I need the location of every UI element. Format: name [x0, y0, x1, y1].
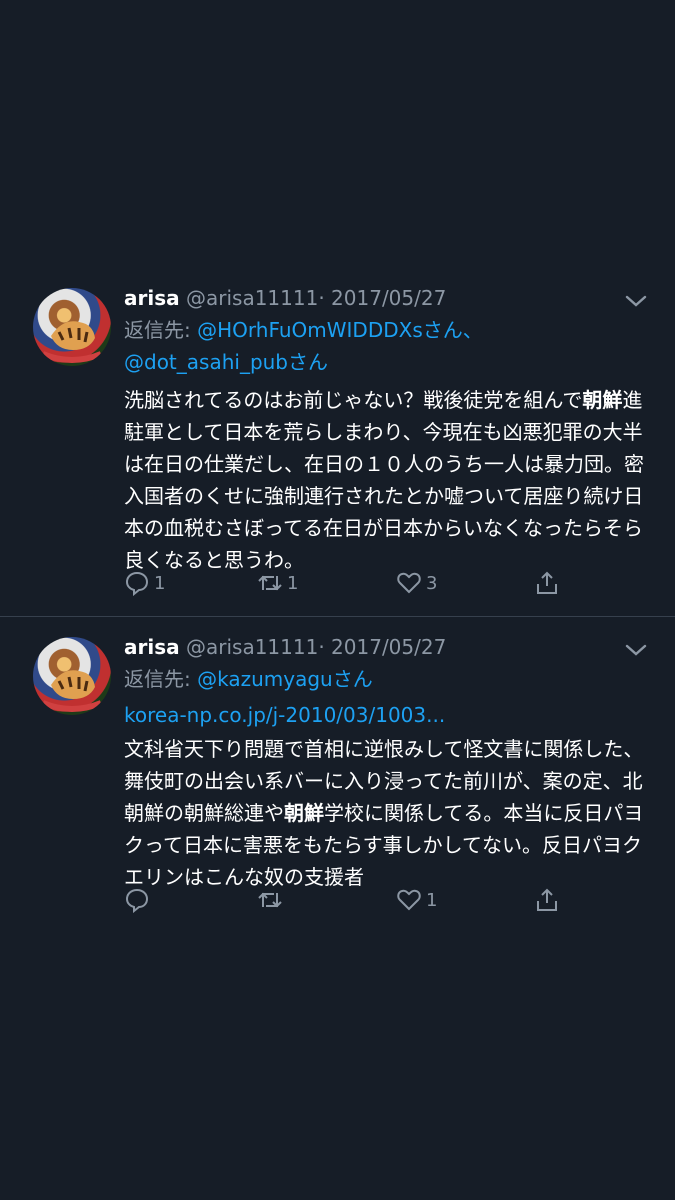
- tweet-text-segment: 進駐軍として日本を荒らしまわり、今現在も凶悪犯罪の大半は在日の仕業だし、在日の１…: [124, 388, 644, 572]
- tweet-date: · 2017/05/27: [318, 635, 447, 659]
- reply-mention[interactable]: @dot_asahi_pubさん: [124, 350, 328, 374]
- reply-prefix: 返信先:: [124, 318, 191, 342]
- share-icon: [537, 888, 557, 911]
- reply-to: 返信先: @HOrhFuOmWIDDDXsさん、 @dot_asahi_pubさ…: [124, 314, 483, 378]
- tweet-text-segment: 洗脳されてるのはお前じゃない？戦後徒党を組んで: [124, 388, 583, 412]
- tweet[interactable]: arisa @arisa11111· 2017/05/27 返信先: @HOrh…: [0, 284, 675, 617]
- avatar-image: [41, 670, 103, 712]
- tweet-header: arisa @arisa11111· 2017/05/27: [124, 635, 446, 659]
- retweet-icon: [258, 892, 282, 908]
- tweet-text: 文科省天下り問題で首相に逆恨みして怪文書に関係した、舞伎町の出会い系バーに入り浸…: [124, 733, 649, 893]
- retweet-button[interactable]: 1: [257, 570, 298, 596]
- reply-mention[interactable]: @HOrhFuOmWIDDDXsさん、: [197, 318, 483, 342]
- tweet-header: arisa @arisa11111· 2017/05/27: [124, 286, 446, 310]
- tweet-text-bold: 朝鮮: [582, 388, 623, 412]
- reply-count: 1: [154, 572, 166, 594]
- chevron-down-icon[interactable]: [625, 643, 647, 657]
- reply-mention[interactable]: @kazumyaguさん: [197, 667, 373, 691]
- share-icon: [537, 571, 557, 594]
- chevron-down-icon[interactable]: [625, 294, 647, 308]
- like-button[interactable]: 3: [396, 570, 437, 596]
- reply-to: 返信先: @kazumyaguさん: [124, 663, 373, 695]
- share-button[interactable]: [534, 570, 560, 596]
- reply-prefix: 返信先:: [124, 667, 191, 691]
- reply-button[interactable]: [124, 887, 154, 913]
- tweet-date: · 2017/05/27: [318, 286, 447, 310]
- heart-icon: [397, 889, 421, 911]
- like-button[interactable]: 1: [396, 887, 437, 913]
- reply-icon: [125, 571, 149, 596]
- like-count: 1: [426, 889, 438, 911]
- tweet[interactable]: arisa @arisa11111· 2017/05/27 返信先: @kazu…: [0, 633, 675, 933]
- avatar[interactable]: [33, 637, 111, 715]
- tweet-link[interactable]: korea-np.co.jp/j-2010/03/1003...: [124, 703, 445, 727]
- tweet-text-bold: 朝鮮: [284, 801, 324, 825]
- share-button[interactable]: [534, 887, 560, 913]
- avatar-image: [41, 321, 103, 363]
- display-name[interactable]: arisa: [124, 635, 180, 659]
- username[interactable]: @arisa11111: [186, 635, 318, 659]
- tweet-actions: 1: [124, 887, 564, 919]
- reply-icon: [125, 888, 149, 913]
- tweet-actions: 1 1 3: [124, 570, 564, 602]
- tweet-text: 洗脳されてるのはお前じゃない？戦後徒党を組んで朝鮮進駐軍として日本を荒らしまわり…: [124, 384, 649, 576]
- avatar[interactable]: [33, 288, 111, 366]
- username[interactable]: @arisa11111: [186, 286, 318, 310]
- like-count: 3: [426, 572, 438, 594]
- heart-icon: [397, 572, 421, 594]
- retweet-count: 1: [287, 572, 299, 594]
- retweet-button[interactable]: [257, 887, 287, 913]
- reply-button[interactable]: 1: [124, 570, 165, 596]
- display-name[interactable]: arisa: [124, 286, 180, 310]
- retweet-icon: [258, 575, 282, 591]
